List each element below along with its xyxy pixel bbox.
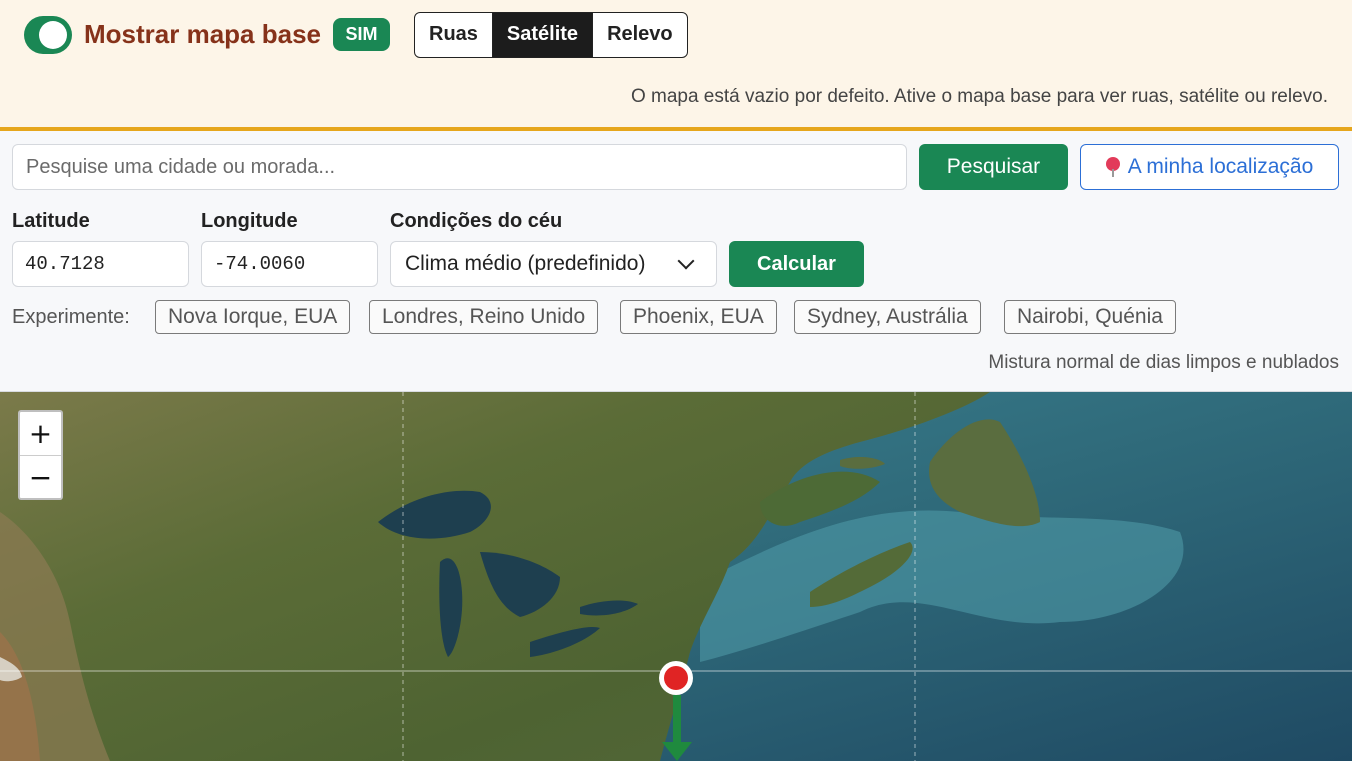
basemap-option-relevo[interactable]: Relevo [593,13,687,57]
sky-conditions-value: Clima médio (predefinido) [405,252,646,275]
basemap-option-ruas[interactable]: Ruas [415,13,493,57]
search-button[interactable]: Pesquisar [919,144,1068,190]
location-marker-icon[interactable] [664,666,688,690]
basemap-toggle[interactable] [24,16,72,54]
longitude-label: Longitude [201,210,298,232]
sky-conditions-label: Condições do céu [390,210,563,232]
example-chip-sydney[interactable]: Sydney, Austrália [794,300,981,334]
sky-conditions-description: Mistura normal de dias limpos e nublados [988,352,1339,373]
example-chip-london[interactable]: Londres, Reino Unido [369,300,599,334]
basemap-state-badge: SIM [333,18,390,51]
toggle-knob [39,21,67,49]
direction-arrow-shaft [673,695,681,745]
basemap-option-satelite[interactable]: Satélite [492,13,594,57]
my-location-button[interactable]: A minha localização [1080,144,1339,190]
basemap-note: O mapa está vazio por defeito. Ative o m… [630,86,1328,107]
latitude-label: Latitude [12,210,90,232]
controls-panel: Pesquisar A minha localização Latitude L… [0,131,1352,392]
example-chip-new-york[interactable]: Nova Iorque, EUA [155,300,351,334]
examples-label: Experimente: [12,306,130,328]
calculate-button[interactable]: Calcular [729,241,864,287]
zoom-in-button[interactable]: + [20,412,61,456]
basemap-type-selector: Ruas Satélite Relevo [414,12,688,58]
zoom-control: + − [18,410,63,500]
map-imagery [0,392,1352,761]
my-location-label: A minha localização [1127,155,1314,178]
example-chip-phoenix[interactable]: Phoenix, EUA [620,300,777,334]
satellite-map[interactable] [0,392,1352,761]
chevron-down-icon [677,252,695,270]
search-input[interactable] [12,144,907,190]
example-chip-nairobi[interactable]: Nairobi, Quénia [1004,300,1176,334]
basemap-banner: Mostrar mapa base SIM Ruas Satélite Rele… [0,0,1352,131]
map-pin-icon [1105,157,1120,177]
basemap-label: Mostrar mapa base [84,19,321,49]
longitude-input[interactable] [201,241,378,287]
zoom-out-button[interactable]: − [20,456,61,498]
sky-conditions-select[interactable]: Clima médio (predefinido) [390,241,717,287]
latitude-input[interactable] [12,241,189,287]
